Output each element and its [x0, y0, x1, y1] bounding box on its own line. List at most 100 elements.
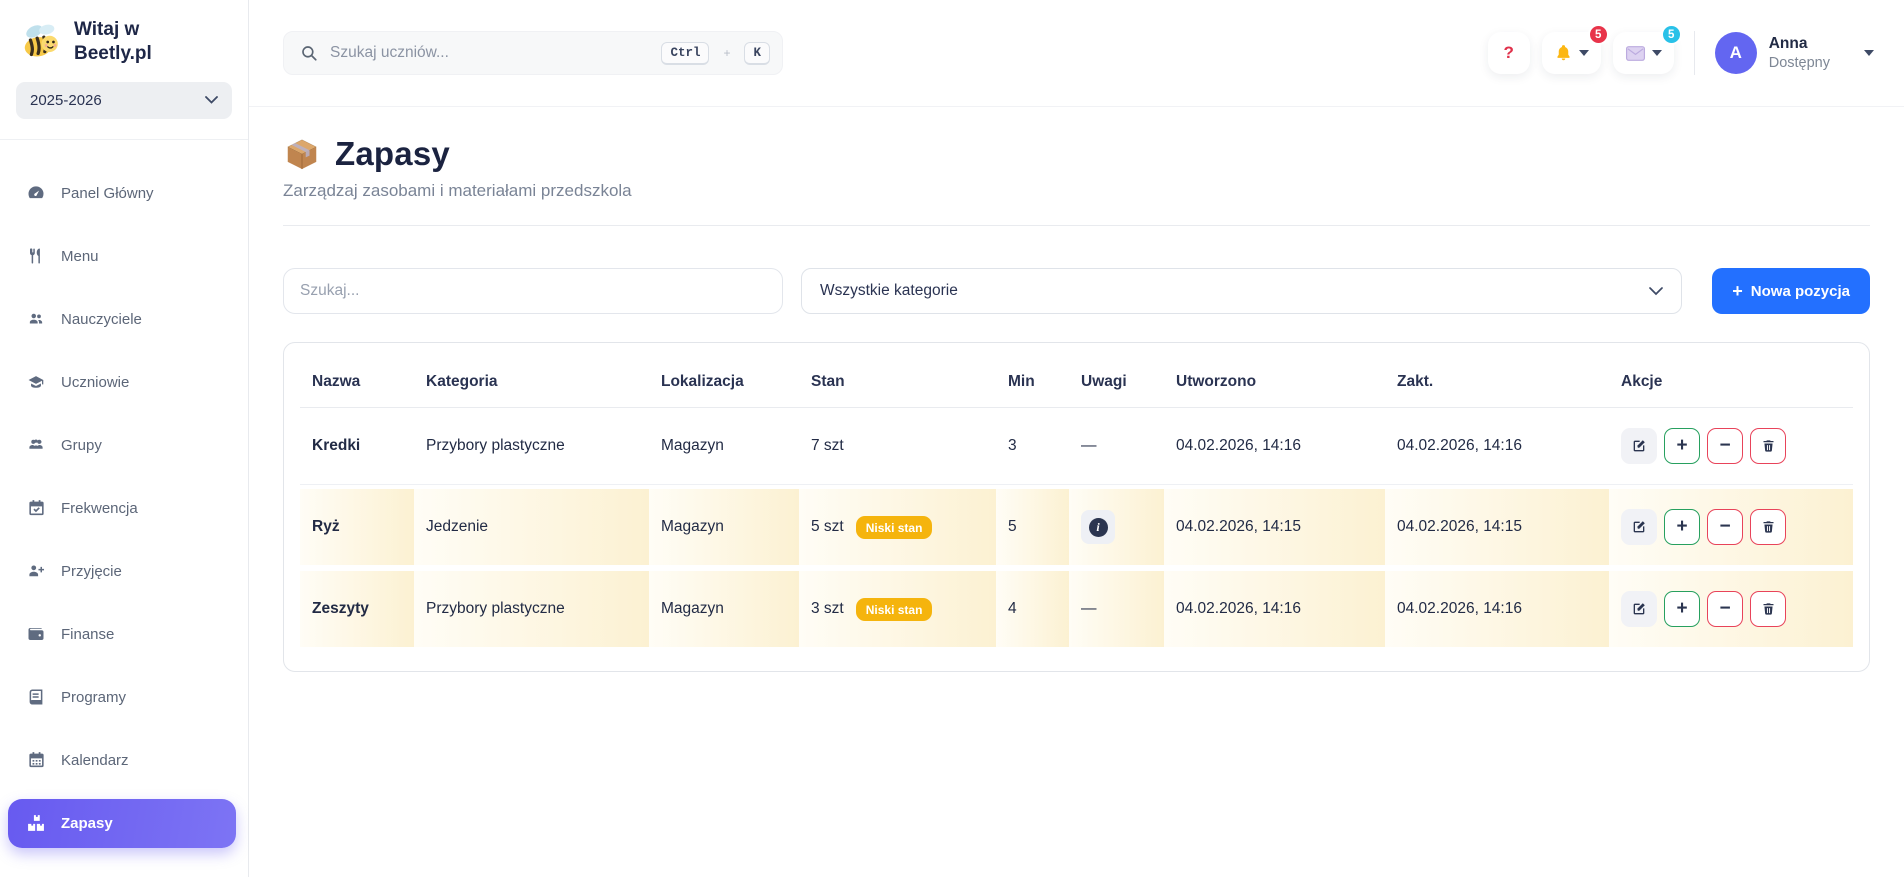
sidebar: Witaj w Beetly.pl 2025-2026 Panel Główny…: [0, 0, 249, 877]
header-actions: ? 5 5 A Anna Dostępny: [1487, 24, 1874, 75]
decrease-stock-button[interactable]: −: [1707, 591, 1743, 627]
table-row: Kredki Przybory plastyczne Magazyn 7 szt…: [300, 408, 1853, 485]
chevron-down-icon: [1649, 286, 1664, 295]
notifications-button[interactable]: 5: [1541, 24, 1609, 74]
col-header-akcje: Akcje: [1621, 373, 1663, 390]
sidebar-item-panel-glowny[interactable]: Panel Główny: [0, 162, 248, 225]
col-header-nazwa: Nazwa: [312, 373, 361, 390]
item-min: 4: [996, 571, 1069, 647]
sidebar-item-label: Grupy: [61, 436, 102, 454]
help-button[interactable]: ?: [1487, 32, 1530, 74]
global-search-input[interactable]: [330, 44, 650, 62]
school-year-select[interactable]: 2025-2026: [16, 81, 232, 119]
package-icon: [283, 135, 321, 173]
edit-button[interactable]: [1621, 509, 1657, 545]
item-stock: 5 szt Niski stan: [799, 489, 996, 565]
sidebar-item-label: Uczniowie: [61, 373, 130, 391]
col-header-min: Min: [1008, 373, 1035, 390]
edit-button[interactable]: [1621, 428, 1657, 464]
item-category: Przybory plastyczne: [426, 437, 565, 454]
info-icon: i: [1088, 517, 1108, 537]
increase-stock-button[interactable]: +: [1664, 509, 1700, 545]
sidebar-item-nauczyciele[interactable]: Nauczyciele: [0, 288, 248, 351]
book-icon: [26, 687, 46, 707]
item-stock: 3 szt Niski stan: [799, 571, 996, 647]
item-updated: 04.02.2026, 14:16: [1385, 571, 1609, 647]
school-year-value: 2025-2026: [30, 91, 102, 109]
new-item-button[interactable]: + Nowa pozycja: [1712, 268, 1870, 314]
item-name: Zeszyty: [300, 571, 414, 647]
decrease-stock-button[interactable]: −: [1707, 428, 1743, 464]
sidebar-header: Witaj w Beetly.pl 2025-2026: [0, 0, 248, 140]
page-title-row: Zapasy: [283, 135, 1870, 173]
messages-button[interactable]: 5: [1612, 24, 1682, 74]
kbd-ctrl: Ctrl: [661, 41, 710, 65]
users-icon: [26, 309, 46, 329]
table-search-input[interactable]: [283, 268, 783, 314]
col-header-lokalizacja: Lokalizacja: [661, 373, 744, 390]
item-updated: 04.02.2026, 14:15: [1385, 489, 1609, 565]
item-category: Jedzenie: [414, 489, 649, 565]
question-mark-icon: ?: [1503, 43, 1514, 62]
item-location: Magazyn: [649, 571, 799, 647]
section-divider: [283, 225, 1870, 226]
sidebar-item-label: Programy: [61, 688, 127, 706]
envelope-icon: [1625, 45, 1645, 61]
boxes-stacked-icon: [26, 813, 46, 833]
item-note: —: [1081, 437, 1097, 454]
user-menu[interactable]: A Anna Dostępny: [1714, 32, 1874, 74]
table-row: Zeszyty Przybory plastyczne Magazyn 3 sz…: [300, 567, 1853, 649]
sidebar-item-programy[interactable]: Programy: [0, 666, 248, 729]
plus-icon: +: [1732, 281, 1743, 301]
kbd-k: K: [744, 41, 770, 65]
sidebar-item-label: Frekwencja: [61, 499, 138, 517]
category-select-value: Wszystkie kategorie: [820, 282, 958, 299]
sidebar-item-kalendarz[interactable]: Kalendarz: [0, 729, 248, 792]
increase-stock-button[interactable]: +: [1664, 591, 1700, 627]
note-info-button[interactable]: i: [1081, 510, 1115, 544]
col-header-stan: Stan: [811, 373, 845, 390]
app-window: Witaj w Beetly.pl 2025-2026 Panel Główny…: [0, 0, 1904, 877]
edit-button[interactable]: [1621, 591, 1657, 627]
kbd-plus-sign: +: [723, 46, 731, 60]
delete-button[interactable]: [1750, 428, 1786, 464]
sidebar-item-uczniowie[interactable]: Uczniowie: [0, 351, 248, 414]
brand-logo-row: Witaj w Beetly.pl: [16, 18, 232, 66]
col-header-kategoria: Kategoria: [426, 373, 498, 390]
search-icon: [302, 46, 317, 61]
item-min: 5: [996, 489, 1069, 565]
table-row: Ryż Jedzenie Magazyn 5 szt Niski stan 5 i…: [300, 485, 1853, 567]
sidebar-item-menu[interactable]: Menu: [0, 225, 248, 288]
main-area: Ctrl + K ? 5 5: [249, 0, 1904, 877]
delete-button[interactable]: [1750, 509, 1786, 545]
row-actions: + −: [1609, 571, 1853, 647]
notifications-count-badge: 5: [1587, 24, 1609, 45]
sidebar-item-label: Nauczyciele: [61, 310, 142, 328]
messages-count-badge: 5: [1660, 24, 1682, 45]
sidebar-item-label: Kalendarz: [61, 751, 129, 769]
top-header: Ctrl + K ? 5 5: [249, 0, 1904, 107]
row-actions: + −: [1609, 489, 1853, 565]
decrease-stock-button[interactable]: −: [1707, 509, 1743, 545]
increase-stock-button[interactable]: +: [1664, 428, 1700, 464]
sidebar-item-finanse[interactable]: Finanse: [0, 603, 248, 666]
category-select[interactable]: Wszystkie kategorie: [801, 268, 1683, 314]
sidebar-item-label: Panel Główny: [61, 184, 154, 202]
sidebar-item-label: Menu: [61, 247, 99, 265]
sidebar-item-przyjecie[interactable]: Przyjęcie: [0, 540, 248, 603]
sidebar-item-frekwencja[interactable]: Frekwencja: [0, 477, 248, 540]
chevron-down-icon: [1864, 50, 1874, 56]
sidebar-item-grupy[interactable]: Grupy: [0, 414, 248, 477]
sidebar-item-zapasy[interactable]: Zapasy: [8, 798, 236, 848]
item-created: 04.02.2026, 14:15: [1164, 489, 1385, 565]
inventory-table: Nazwa Kategoria Lokalizacja Stan Min Uwa…: [283, 342, 1870, 672]
chevron-down-icon: [205, 96, 218, 104]
wallet-icon: [26, 624, 46, 644]
col-header-uwagi: Uwagi: [1081, 373, 1127, 390]
sidebar-item-label: Finanse: [61, 625, 115, 643]
delete-button[interactable]: [1750, 591, 1786, 627]
item-location: Magazyn: [661, 437, 724, 454]
user-info: Anna Dostępny: [1769, 35, 1830, 71]
global-search[interactable]: Ctrl + K: [283, 31, 783, 75]
user-name: Anna: [1768, 35, 1808, 52]
